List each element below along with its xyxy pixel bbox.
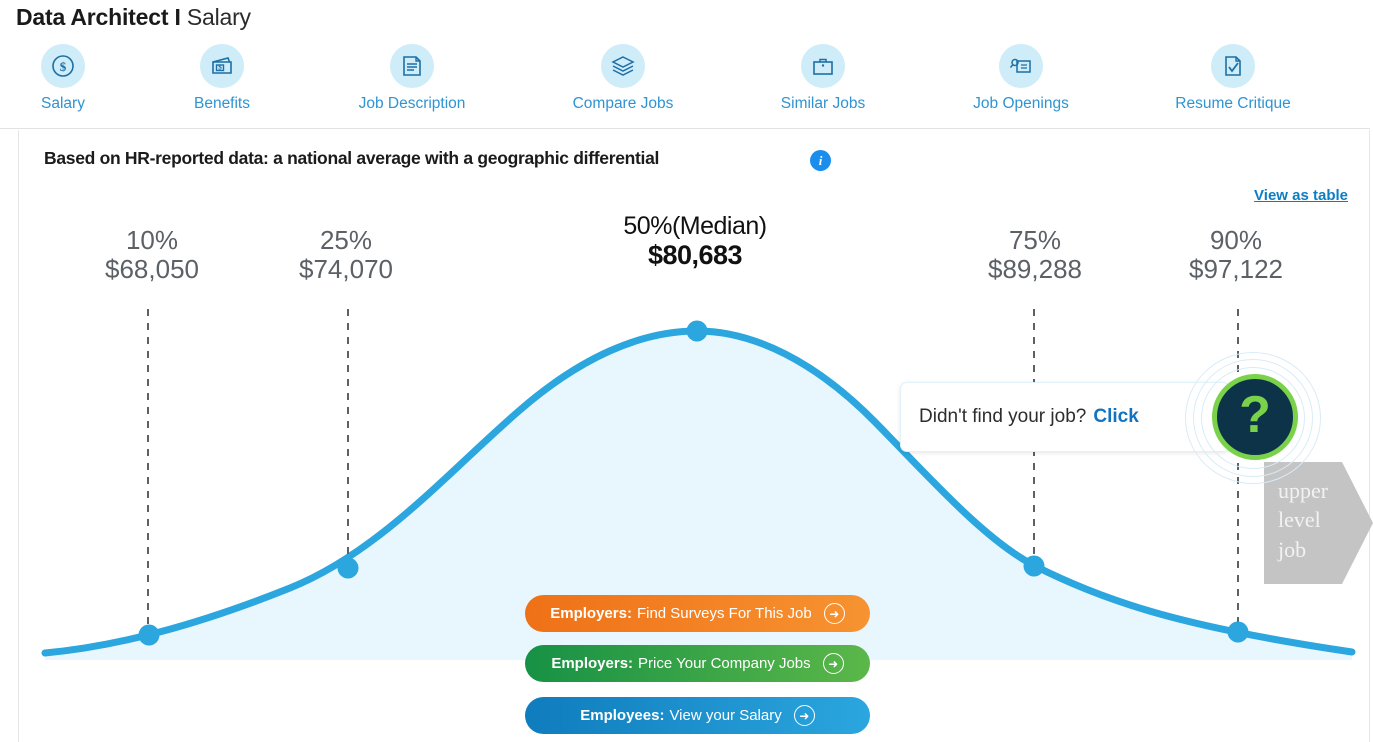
cta-find-surveys-label: Find Surveys For This Job [636,605,812,622]
cta-view-salary-prefix: Employees: [580,707,665,724]
arrow-right-icon: ➜ [823,603,845,624]
question-mark-badge[interactable]: ? [1212,374,1298,460]
upper-level-job-line2: level [1278,507,1321,533]
marker-dot-90[interactable] [1227,621,1249,643]
cta-find-surveys-button[interactable]: Employers: Find Surveys For This Job ➜ [525,595,870,632]
arrow-right-icon: ➜ [822,653,844,674]
cta-view-your-salary-button[interactable]: Employees: View your Salary ➜ [525,697,870,734]
didnt-find-job-question: Didn't find your job? [919,406,1087,427]
cta-price-jobs-label: Price Your Company Jobs [638,655,811,672]
cta-price-jobs-prefix: Employers: [551,655,634,672]
didnt-find-job-box[interactable]: Didn't find your job? Click [900,382,1230,452]
arrow-right-icon: ➜ [793,705,815,726]
question-mark-icon: ? [1239,386,1271,444]
marker-dot-25[interactable] [337,557,359,579]
marker-dot-median[interactable] [686,320,708,342]
marker-dot-75[interactable] [1023,555,1045,577]
cta-find-surveys-prefix: Employers: [550,605,632,622]
marker-dot-10[interactable] [138,624,160,646]
cta-price-company-jobs-button[interactable]: Employers: Price Your Company Jobs ➜ [525,645,870,682]
didnt-find-job-click-link[interactable]: Click [1093,406,1138,428]
cta-view-salary-label: View your Salary [669,707,782,724]
